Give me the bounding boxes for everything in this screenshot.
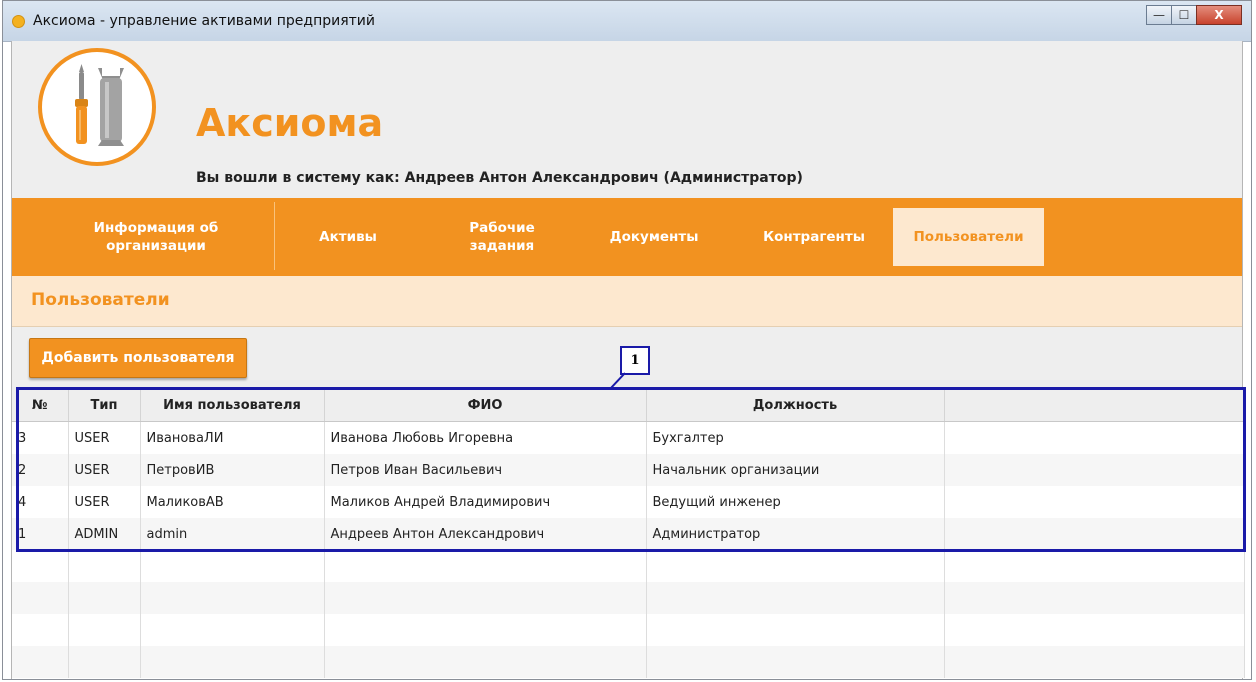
table-row[interactable]: 4 USER МаликовАВ Маликов Андрей Владимир… [12,486,1245,518]
empty-table-row [12,550,1245,582]
app-icon [12,15,25,28]
main-navigation: Информация об организации Активы Рабочие… [12,198,1242,276]
cell-type: USER [68,421,141,454]
column-header-full-name[interactable]: ФИО [324,389,647,422]
section-header: Пользователи [12,276,1242,327]
cell-full-name [324,614,647,646]
login-info: Вы вошли в систему как: Андреев Антон Ал… [196,170,803,186]
maximize-button[interactable]: ☐ [1171,5,1197,25]
cell-empty [944,486,1245,518]
table-row[interactable]: 2 USER ПетровИВ Петров Иван Васильевич Н… [12,454,1245,486]
cell-empty [944,454,1245,486]
cell-number: 2 [12,454,69,486]
cell-username [140,614,325,646]
column-header-position[interactable]: Должность [646,389,945,422]
column-header-empty [944,389,1245,422]
cell-type: ADMIN [68,518,141,550]
cell-type [68,614,141,646]
add-user-button[interactable]: Добавить пользователя [29,338,247,378]
cell-username: ПетровИВ [140,454,325,486]
cell-position [646,646,945,678]
nav-item-users[interactable]: Пользователи [893,208,1044,266]
close-button[interactable]: X [1196,5,1242,25]
title-bar[interactable]: Аксиома - управление активами предприяти… [3,1,1251,42]
callout-label: 1 [620,346,650,375]
cell-number [12,646,69,678]
nav-item-documents[interactable]: Документы [594,208,714,266]
empty-table-row [12,582,1245,614]
cell-username [140,646,325,678]
logo-tools-icon [38,48,156,166]
empty-table-row [12,614,1245,646]
cell-type [68,550,141,582]
cell-number: 4 [12,486,69,518]
table-header-row: № Тип Имя пользователя ФИО Должность [12,389,1245,422]
cell-full-name [324,582,647,614]
cell-position [646,582,945,614]
window-title: Аксиома - управление активами предприяти… [33,13,375,29]
cell-username: admin [140,518,325,550]
cell-number: 3 [12,421,69,454]
cell-type [68,646,141,678]
empty-table-row [12,646,1245,678]
table-row[interactable]: 1 ADMIN admin Андреев Антон Александрови… [12,518,1245,550]
cell-full-name: Маликов Андрей Владимирович [324,486,647,518]
cell-number [12,614,69,646]
cell-position: Ведущий инженер [646,486,945,518]
cell-position: Администратор [646,518,945,550]
cell-username: МаликовАВ [140,486,325,518]
cell-full-name: Андреев Антон Александрович [324,518,647,550]
cell-full-name: Иванова Любовь Игоревна [324,421,647,454]
app-content: Аксиома Вы вошли в систему как: Андреев … [11,41,1246,679]
column-header-type[interactable]: Тип [68,389,141,422]
cell-empty [944,550,1245,582]
cell-username: ИвановаЛИ [140,421,325,454]
cell-position: Бухгалтер [646,421,945,454]
cell-number [12,582,69,614]
app-window: Аксиома - управление активами предприяти… [2,0,1252,680]
app-name: Аксиома [196,101,384,145]
window-controls: — ☐ X [1146,5,1242,27]
cell-type: USER [68,454,141,486]
cell-position [646,614,945,646]
cell-full-name: Петров Иван Васильевич [324,454,647,486]
column-header-number[interactable]: № [12,389,69,422]
nav-separator [274,202,275,270]
cell-empty [944,421,1245,454]
screwdriver-wrench-icon [75,64,124,146]
cell-username [140,550,325,582]
users-table-container: № Тип Имя пользователя ФИО Должность 3 U… [12,389,1245,679]
cell-username [140,582,325,614]
cell-position [646,550,945,582]
cell-type: USER [68,486,141,518]
nav-item-work-orders[interactable]: Рабочие задания [452,208,552,266]
cell-full-name [324,646,647,678]
cell-number: 1 [12,518,69,550]
cell-position: Начальник организации [646,454,945,486]
nav-item-organization[interactable]: Информация об организации [56,208,256,266]
minimize-button[interactable]: — [1146,5,1172,25]
column-header-username[interactable]: Имя пользователя [140,389,325,422]
cell-empty [944,646,1245,678]
cell-type [68,582,141,614]
cell-full-name [324,550,647,582]
cell-empty [944,582,1245,614]
cell-number [12,550,69,582]
nav-item-assets[interactable]: Активы [302,208,394,266]
users-table: № Тип Имя пользователя ФИО Должность 3 U… [12,389,1245,678]
cell-empty [944,518,1245,550]
page-title: Пользователи [31,290,170,310]
nav-item-contractors[interactable]: Контрагенты [744,208,884,266]
cell-empty [944,614,1245,646]
table-row[interactable]: 3 USER ИвановаЛИ Иванова Любовь Игоревна… [12,421,1245,454]
